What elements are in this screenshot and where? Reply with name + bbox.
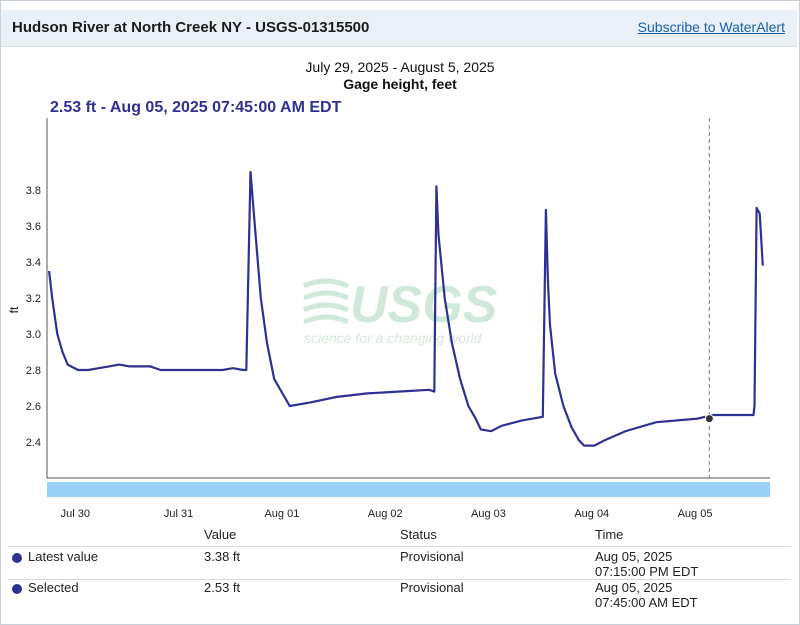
y-tick-label: 2.6 [26, 401, 41, 413]
column-header-value: Value [204, 527, 237, 542]
usgs-watermark: USGS science for a changing world [302, 276, 498, 346]
table-row-selected: Selected 2.53 ft Provisional Aug 05, 202… [8, 578, 790, 610]
x-tick-labels: Jul 30 Jul 31 Aug 01 Aug 02 Aug 03 Aug 04 Aug … [61, 508, 713, 520]
y-tick-label: 2.8 [26, 365, 41, 377]
watermark-tagline: science for a changing world [304, 330, 483, 346]
y-axis-label: ft [7, 306, 21, 313]
y-tick-label: 3.2 [26, 293, 41, 305]
series-marker-dot-icon [12, 584, 22, 594]
row-status: Provisional [400, 549, 464, 564]
y-tick-label: 3.0 [26, 329, 41, 341]
row-time: 07:15:00 PM EDT [595, 564, 699, 579]
row-label: Latest value [28, 549, 99, 564]
y-tick-label: 3.4 [26, 257, 41, 269]
y-tick-label: 2.4 [26, 437, 41, 449]
time-navigator-bar[interactable] [47, 482, 770, 497]
x-tick-label: Aug 02 [368, 508, 403, 520]
x-tick-label: Aug 01 [264, 508, 299, 520]
row-status: Provisional [400, 580, 464, 595]
x-tick-label: Jul 30 [61, 508, 90, 520]
selected-point-marker[interactable] [704, 414, 714, 424]
usgs-logo-waves-icon [302, 278, 350, 325]
row-date: Aug 05, 2025 [595, 580, 673, 595]
column-header-status: Status [400, 527, 437, 542]
row-value: 3.38 ft [204, 549, 241, 564]
table-row-latest: Latest value 3.38 ft Provisional Aug 05,… [8, 546, 790, 580]
x-tick-label: Aug 03 [471, 508, 506, 520]
column-header-time: Time [595, 527, 624, 542]
series-marker-dot-icon [12, 553, 22, 563]
y-tick-labels: 2.4 2.6 2.8 3.0 3.2 3.4 3.6 3.8 [26, 185, 41, 449]
row-date: Aug 05, 2025 [595, 549, 673, 564]
row-time: 07:45:00 AM EDT [595, 595, 698, 610]
row-value: 2.53 ft [204, 580, 241, 595]
watermark-logo-text: USGS [350, 276, 498, 334]
x-tick-label: Aug 05 [678, 508, 713, 520]
gage-height-chart[interactable]: USGS science for a changing world ft 2.4… [0, 0, 800, 525]
x-tick-label: Jul 31 [164, 508, 193, 520]
y-tick-label: 3.6 [26, 221, 41, 233]
row-label: Selected [28, 580, 79, 595]
x-tick-label: Aug 04 [574, 508, 609, 520]
y-tick-label: 3.8 [26, 185, 41, 197]
